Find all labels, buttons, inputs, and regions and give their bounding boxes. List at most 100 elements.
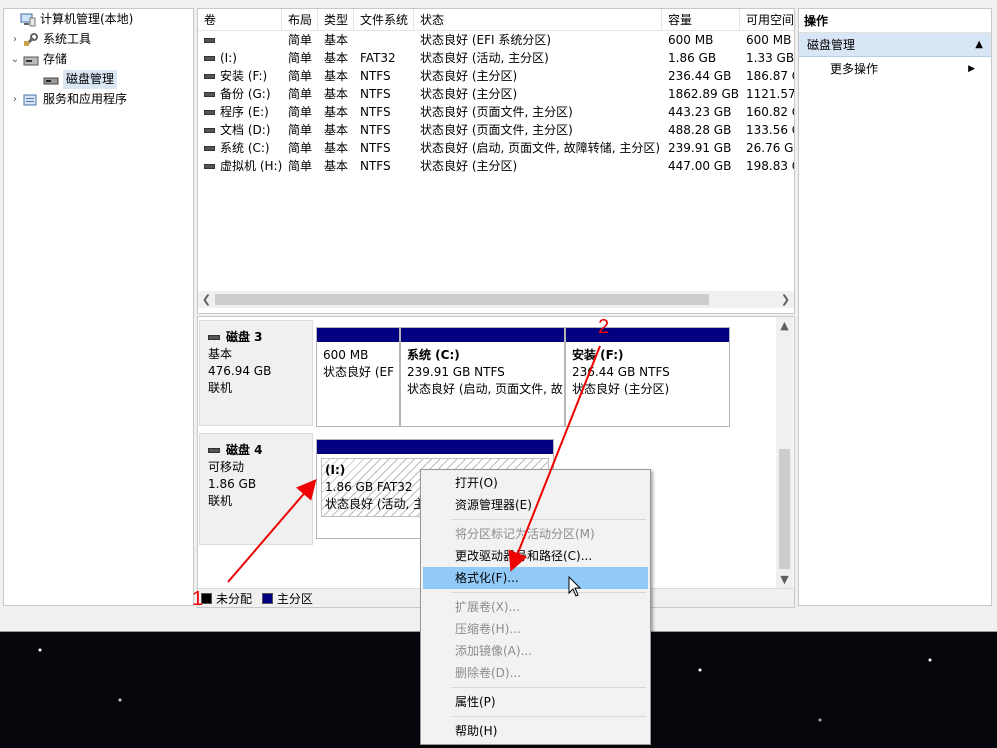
chevron-down-icon[interactable]: ⌄ [9,50,21,69]
cell-text: 状态良好 (主分区) [420,159,518,173]
table-row[interactable]: 程序 (E:) 简单 基本 NTFS 状态良好 (页面文件, 主分区) 443.23 GB… [198,103,794,121]
partition-size: 239.91 GB NTFS [407,365,505,379]
actions-section-disk-management[interactable]: 磁盘管理 ▲ [799,33,991,57]
cell-volume: 虚拟机 (H:) [198,157,282,175]
menu-item-add-mirror[interactable]: 添加镜像(A)... [423,640,648,662]
chevron-right-icon[interactable]: › [9,30,21,49]
tree-item-storage[interactable]: ⌄ 存储 [9,50,67,69]
cell-text: 安装 (F:) [220,69,268,83]
volume-icon [204,56,215,61]
tree-item-system-tools[interactable]: › 系统工具 [9,30,91,49]
table-row[interactable]: 系统 (C:) 简单 基本 NTFS 状态良好 (启动, 页面文件, 故障转储, 主分区… [198,139,794,157]
cell-text: 447.00 GB [668,159,732,173]
cell-text: 状态良好 (页面文件, 主分区) [420,105,573,119]
cell-text: 系统 (C:) [220,141,270,155]
table-row[interactable]: (I:) 简单 基本 FAT32 状态良好 (活动, 主分区) 1.86 GB 1.33 G… [198,49,794,67]
menu-item-help[interactable]: 帮助(H) [423,720,648,742]
more-actions-label: 更多操作 [830,62,879,76]
partition-name: 安装 (F:) [572,348,624,362]
partition-f[interactable]: 安装 (F:) 236.44 GB NTFS 状态良好 (主分区) [565,327,730,427]
volume-list: 卷 布局 类型 文件系统 状态 容量 可用空间 简单 基本 状态良好 (EFI 系统… [197,8,795,314]
column-header-layout[interactable]: 布局 [282,9,318,31]
cell-text: NTFS [360,87,391,101]
partition-efi[interactable]: 600 MB 状态良好 (EF [316,327,400,427]
table-row[interactable]: 简单 基本 状态良好 (EFI 系统分区) 600 MB 600 MB [198,31,794,49]
storage-icon [23,53,39,67]
column-header-filesystem[interactable]: 文件系统 [354,9,414,31]
cell-text: 基本 [324,123,349,137]
scroll-right-icon[interactable]: ❯ [777,291,794,308]
menu-item-open[interactable]: 打开(O) [423,472,648,494]
table-row[interactable]: 安装 (F:) 简单 基本 NTFS 状态良好 (主分区) 236.44 GB 186.87… [198,67,794,85]
tree-item-computer-management[interactable]: 计算机管理(本地) [6,10,133,29]
column-header-capacity[interactable]: 容量 [662,9,740,31]
mouse-cursor-icon [568,575,582,601]
table-row[interactable]: 文档 (D:) 简单 基本 NTFS 状态良好 (页面文件, 主分区) 488.28 GB… [198,121,794,139]
computer-management-icon [20,13,36,27]
scroll-left-icon[interactable]: ❮ [198,291,215,308]
cell-volume: 系统 (C:) [198,139,282,157]
cell-capacity: 447.00 GB [662,157,740,175]
column-header-volume[interactable]: 卷 [198,9,282,31]
volume-icon [204,146,215,151]
primary-partition-bar [317,440,553,454]
cell-status: 状态良好 (主分区) [414,85,662,103]
cell-capacity: 488.28 GB [662,121,740,139]
cell-type: 基本 [318,67,354,85]
table-row[interactable]: 虚拟机 (H:) 简单 基本 NTFS 状态良好 (主分区) 447.00 GB 198.8… [198,157,794,175]
cell-volume: 备份 (G:) [198,85,282,103]
cell-capacity: 1.86 GB [662,49,740,67]
cell-layout: 简单 [282,157,318,175]
tree-item-services-apps[interactable]: › 服务和应用程序 [9,90,127,109]
menu-item-format[interactable]: 格式化(F)... [423,567,648,589]
scrollbar-thumb[interactable] [779,449,790,569]
menu-item-mark-active[interactable]: 将分区标记为活动分区(M) [423,523,648,545]
volume-icon [204,38,215,43]
tree-item-label: 系统工具 [43,32,92,46]
cell-filesystem: NTFS [354,157,414,175]
scroll-up-icon[interactable]: ▲ [776,317,793,334]
menu-item-extend-volume[interactable]: 扩展卷(X)... [423,596,648,618]
menu-item-properties[interactable]: 属性(P) [423,691,648,713]
cell-capacity: 600 MB [662,31,740,49]
tree-item-label: 计算机管理(本地) [40,12,134,26]
cell-text: 基本 [324,69,349,83]
cell-text: 133.56 G [746,123,794,137]
menu-item-change-drive-letter[interactable]: 更改驱动器号和路径(C)... [423,545,648,567]
scrollbar-thumb[interactable] [215,294,709,305]
menu-item-delete-volume[interactable]: 删除卷(D)... [423,662,648,684]
column-header-status[interactable]: 状态 [414,9,662,31]
unallocated-swatch [201,593,212,604]
horizontal-scrollbar[interactable]: ❮ ❯ [198,291,794,308]
cell-layout: 简单 [282,121,318,139]
cell-text: NTFS [360,123,391,137]
cell-free-space: 133.56 G [740,121,794,139]
vertical-scrollbar[interactable]: ▲ ▼ [776,317,793,588]
cell-layout: 简单 [282,49,318,67]
collapse-up-icon[interactable]: ▲ [975,33,983,57]
disk-3-label[interactable]: 磁盘 3 基本 476.94 GB 联机 [199,320,313,426]
services-apps-icon [23,93,39,107]
cell-text: 239.91 GB [668,141,732,155]
table-row[interactable]: 备份 (G:) 简单 基本 NTFS 状态良好 (主分区) 1862.89 GB 1121.… [198,85,794,103]
disk-4-label[interactable]: 磁盘 4 可移动 1.86 GB 联机 [199,433,313,545]
cell-filesystem: NTFS [354,85,414,103]
more-actions-item[interactable]: 更多操作 ▶ [799,57,991,81]
cell-text: 443.23 GB [668,105,732,119]
cell-filesystem [354,31,414,49]
scroll-down-icon[interactable]: ▼ [776,571,793,588]
menu-item-shrink-volume[interactable]: 压缩卷(H)... [423,618,648,640]
column-header-free-space[interactable]: 可用空间 [740,9,794,31]
volume-list-header: 卷 布局 类型 文件系统 状态 容量 可用空间 [198,9,794,31]
menu-separator [451,592,646,593]
cell-text: 状态良好 (EFI 系统分区) [420,33,552,47]
disk-status: 联机 [208,381,233,395]
column-header-type[interactable]: 类型 [318,9,354,31]
tree-item-label: 存储 [43,52,68,66]
chevron-right-icon[interactable]: › [9,90,21,109]
menu-item-explorer[interactable]: 资源管理器(E) [423,494,648,516]
partition-c[interactable]: 系统 (C:) 239.91 GB NTFS 状态良好 (启动, 页面文件, 故 [400,327,565,427]
cell-free-space: 600 MB [740,31,794,49]
tree-item-disk-management[interactable]: 磁盘管理 [29,70,118,89]
cell-filesystem: NTFS [354,121,414,139]
